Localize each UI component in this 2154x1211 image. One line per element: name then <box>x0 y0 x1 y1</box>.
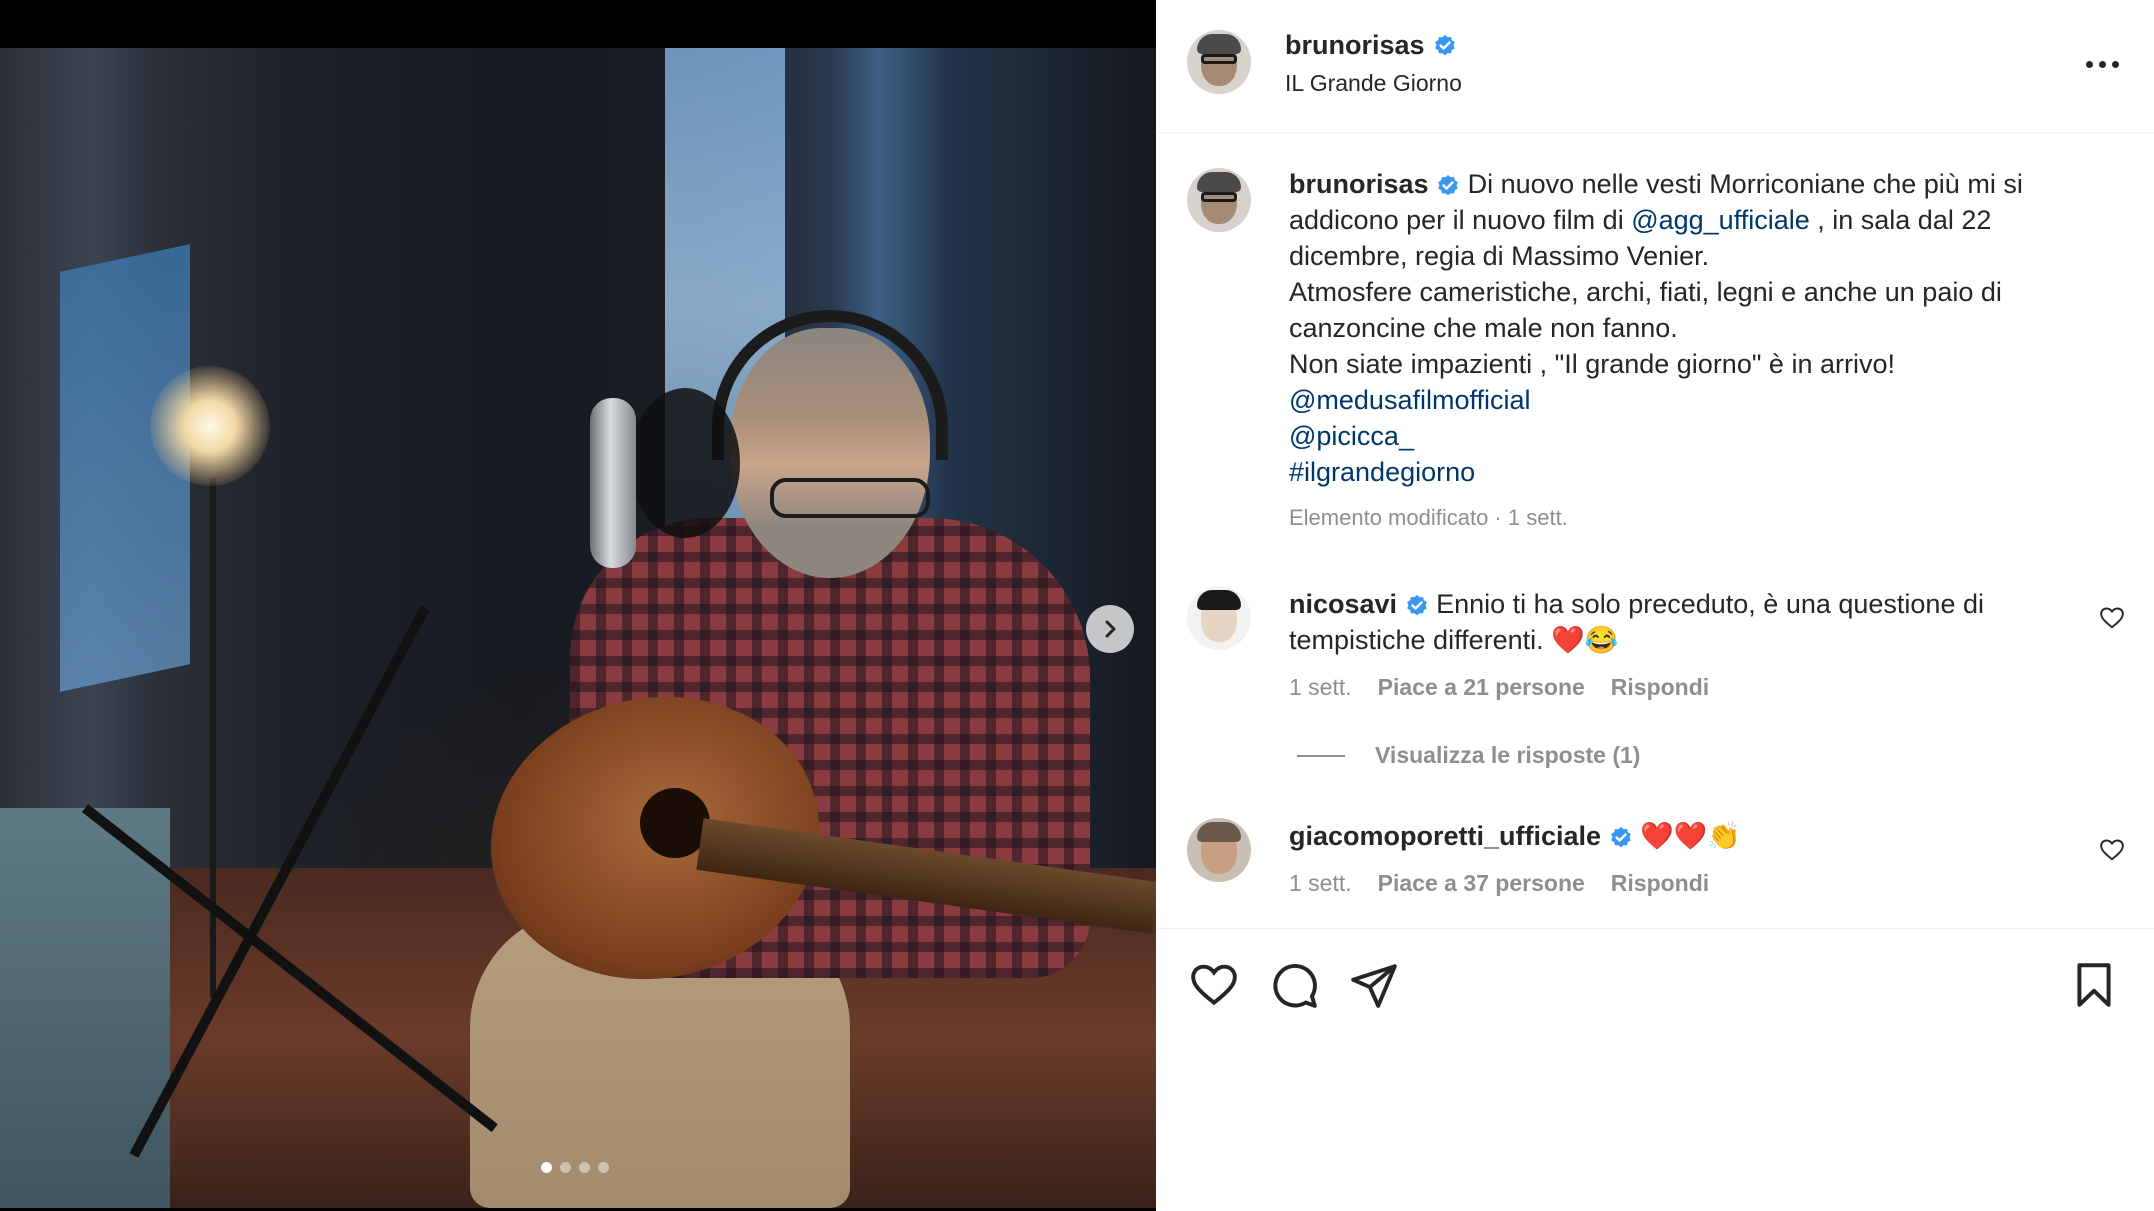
edited-label: Elemento modificato · 1 sett. <box>1289 505 1568 530</box>
header-username-text[interactable]: brunorisas <box>1285 30 1425 61</box>
photo-pop-filter <box>630 388 740 538</box>
comment-time[interactable]: 1 sett. <box>1289 674 1352 701</box>
photo-microphone <box>590 398 636 568</box>
comment-like-button[interactable] <box>2097 836 2127 866</box>
comment-likes[interactable]: Piace a 37 persone <box>1378 870 1585 897</box>
post-location[interactable]: IL Grande Giorno <box>1285 70 1462 97</box>
post-media <box>0 0 1156 1211</box>
action-bar <box>1157 928 2154 1039</box>
comment-button[interactable] <box>1267 959 1321 1013</box>
comment-meta: 1 sett. Piace a 21 persone Rispondi <box>1289 674 1709 701</box>
comment-meta: 1 sett. Piace a 37 persone Rispondi <box>1289 870 1709 897</box>
more-icon <box>2085 60 2119 68</box>
heart-icon <box>2100 606 2124 628</box>
comment-reply-button[interactable]: Rispondi <box>1611 674 1709 701</box>
caption-body-3: Atmosfere cameristiche, archi, fiati, le… <box>1289 277 2002 343</box>
caption-username[interactable]: brunorisas <box>1289 169 1429 199</box>
carousel-dots <box>541 1162 609 1173</box>
photo-lamp-stand <box>210 478 216 998</box>
header-username[interactable]: brunorisas <box>1285 30 1457 61</box>
share-icon <box>1351 963 1397 1008</box>
save-button[interactable] <box>2067 959 2121 1013</box>
bookmark-icon <box>2077 962 2111 1007</box>
post-panel: brunorisas IL Grande Giorno brunorisas D… <box>1157 0 2154 1211</box>
comment-username[interactable]: nicosavi <box>1289 589 1397 619</box>
heart-icon <box>2100 838 2124 860</box>
photo-desk <box>0 808 170 1208</box>
comment-username[interactable]: giacomoporetti_ufficiale <box>1289 821 1601 851</box>
heart-icon <box>1191 964 1237 1005</box>
view-replies-button[interactable]: Visualizza le risposte (1) <box>1297 742 1640 769</box>
like-button[interactable] <box>1187 959 1241 1013</box>
carousel-dot <box>598 1162 609 1173</box>
photo-lamp <box>150 366 270 486</box>
verified-badge-icon <box>1434 34 1455 55</box>
comment-icon <box>1273 963 1317 1008</box>
comment-text: nicosavi Ennio ti ha solo preceduto, è u… <box>1289 586 2049 658</box>
photo-glasses <box>770 478 930 518</box>
mention-link[interactable]: @medusafilmofficial <box>1289 385 1531 415</box>
comment-time[interactable]: 1 sett. <box>1289 870 1352 897</box>
comment-avatar[interactable] <box>1187 586 1251 650</box>
comment-likes[interactable]: Piace a 21 persone <box>1378 674 1585 701</box>
more-options-button[interactable] <box>2077 44 2127 84</box>
comment-text: giacomoporetti_ufficiale ❤️❤️👏 <box>1289 818 2049 854</box>
view-replies-label: Visualizza le risposte (1) <box>1375 742 1641 768</box>
post-photo[interactable] <box>0 48 1156 1208</box>
mention-link[interactable]: @picicca_ <box>1289 421 1414 451</box>
verified-badge-icon <box>1406 594 1427 616</box>
comment-reply-button[interactable]: Rispondi <box>1611 870 1709 897</box>
caption-body-4: Non siate impazienti , "Il grande giorno… <box>1289 349 1895 379</box>
view-replies-line <box>1297 754 1345 757</box>
mention-link[interactable]: @agg_ufficiale <box>1631 205 1810 235</box>
avatar[interactable] <box>1187 30 1251 94</box>
carousel-dot <box>560 1162 571 1173</box>
verified-badge-icon <box>1438 174 1458 196</box>
caption-avatar[interactable] <box>1187 168 1251 232</box>
comment-body: ❤️❤️👏 <box>1632 821 1741 851</box>
hashtag-link[interactable]: #ilgrandegiorno <box>1289 457 1475 487</box>
carousel-next-button[interactable] <box>1086 605 1134 653</box>
comment-avatar[interactable] <box>1187 818 1251 882</box>
caption-text: brunorisas Di nuovo nelle vesti Morricon… <box>1289 166 2089 490</box>
carousel-dot <box>579 1162 590 1173</box>
carousel-dot <box>541 1162 552 1173</box>
share-button[interactable] <box>1347 959 1401 1013</box>
chevron-right-icon <box>1105 620 1116 638</box>
post-header: brunorisas IL Grande Giorno <box>1157 0 2154 133</box>
comment-like-button[interactable] <box>2097 604 2127 634</box>
verified-badge-icon <box>1610 826 1631 848</box>
